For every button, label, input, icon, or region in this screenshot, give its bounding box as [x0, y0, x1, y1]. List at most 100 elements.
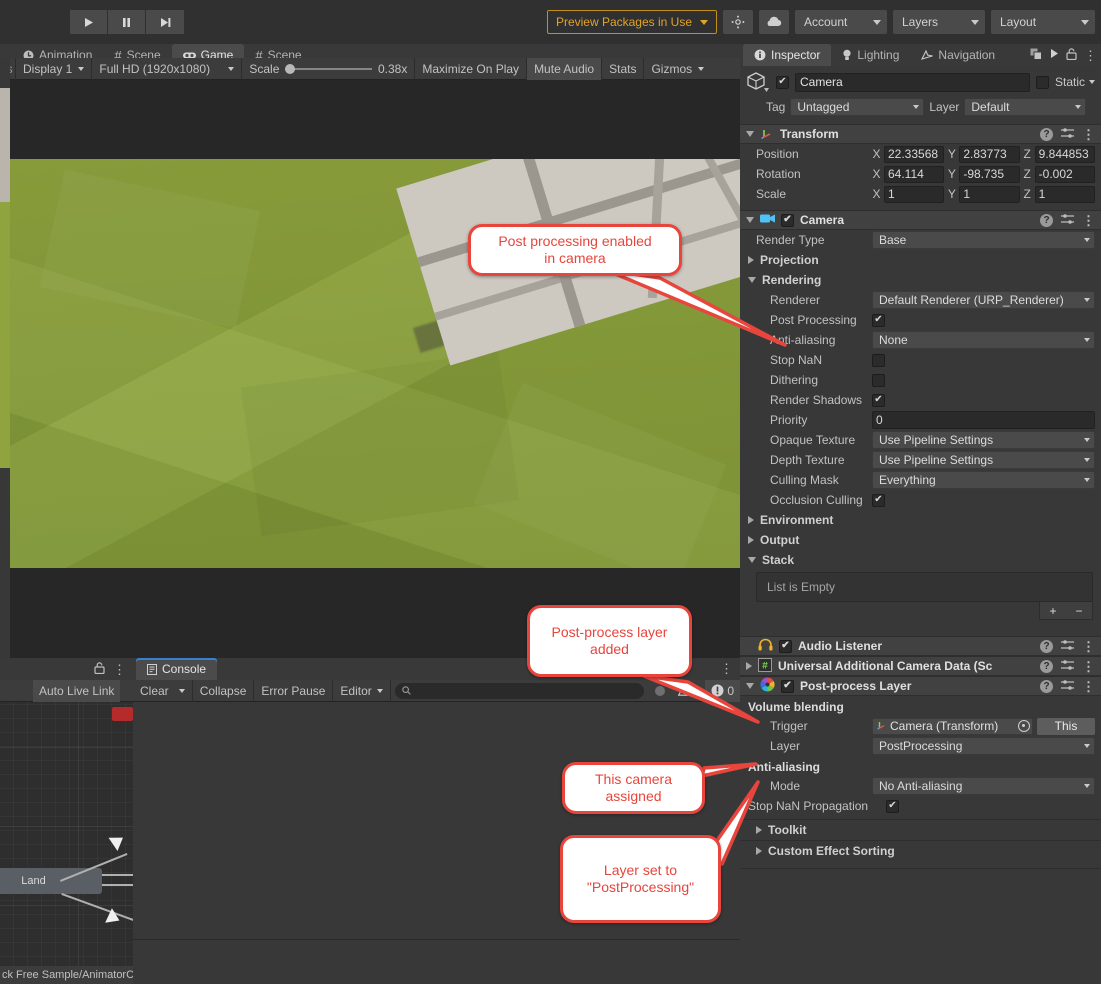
play-button[interactable]: [70, 10, 108, 34]
chevron-down-icon[interactable]: [748, 557, 756, 563]
position-z-field[interactable]: 9.844853: [1034, 145, 1095, 163]
account-dropdown[interactable]: Account: [795, 10, 887, 34]
camera-enabled-checkbox[interactable]: [781, 213, 794, 227]
render-type-dropdown[interactable]: Base: [872, 231, 1095, 249]
help-icon[interactable]: ?: [1040, 639, 1053, 653]
scale-y-field[interactable]: 1: [959, 185, 1020, 203]
services-icon[interactable]: [723, 10, 753, 34]
maximize-on-play-button[interactable]: Maximize On Play: [415, 57, 528, 80]
kebab-menu-icon[interactable]: ⋮: [1082, 660, 1095, 673]
kebab-menu-icon[interactable]: ⋮: [113, 663, 126, 676]
environment-section[interactable]: Environment: [740, 510, 1101, 530]
transform-component-header[interactable]: Transform ? ⋮: [740, 124, 1101, 144]
mute-audio-button[interactable]: Mute Audio: [527, 57, 603, 80]
console-detail-pane[interactable]: [133, 940, 740, 984]
gizmos-dropdown[interactable]: Gizmos: [644, 58, 711, 80]
layout-dropdown[interactable]: Layout: [991, 10, 1095, 34]
chevron-right-icon[interactable]: [748, 536, 754, 544]
cloud-icon[interactable]: [759, 10, 789, 34]
depth-texture-dropdown[interactable]: Use Pipeline Settings: [872, 451, 1095, 469]
scale-slider[interactable]: [285, 63, 372, 74]
audio-listener-enabled-checkbox[interactable]: [779, 639, 792, 653]
kebab-menu-icon[interactable]: ⋮: [1082, 214, 1095, 227]
help-icon[interactable]: ?: [1040, 127, 1053, 141]
priority-field[interactable]: 0: [872, 411, 1095, 429]
rotation-y-field[interactable]: -98.735: [959, 165, 1020, 183]
lock-icon[interactable]: [94, 661, 105, 677]
clear-button[interactable]: Clear: [133, 680, 172, 702]
kebab-menu-icon[interactable]: ⋮: [1084, 49, 1097, 62]
stats-button[interactable]: Stats: [602, 57, 645, 80]
static-checkbox[interactable]: [1035, 75, 1049, 89]
play-small-icon[interactable]: [1049, 48, 1059, 62]
error-pause-button[interactable]: Error Pause: [254, 679, 334, 702]
post-process-layer-enabled-checkbox[interactable]: [781, 679, 794, 693]
rotation-z-field[interactable]: -0.002: [1034, 165, 1095, 183]
custom-effect-sorting-section[interactable]: Custom Effect Sorting: [740, 841, 1101, 861]
animator-node-entry[interactable]: [112, 707, 133, 721]
tab-inspector[interactable]: Inspector: [743, 44, 832, 66]
stop-nan-checkbox[interactable]: [872, 353, 885, 367]
lock-icon[interactable]: [1066, 47, 1077, 63]
display-dropdown[interactable]: Display 1: [16, 57, 93, 80]
dithering-checkbox[interactable]: [872, 373, 885, 387]
render-shadows-checkbox[interactable]: [872, 393, 885, 407]
static-dropdown[interactable]: Static: [1055, 75, 1095, 89]
console-search-input[interactable]: [394, 682, 644, 699]
tag-dropdown[interactable]: Untagged: [790, 98, 925, 116]
gameobject-name-field[interactable]: Camera: [795, 72, 1030, 92]
position-x-field[interactable]: 22.33568: [884, 145, 945, 163]
scale-slider-handle[interactable]: [285, 63, 296, 74]
preset-icon[interactable]: [1061, 127, 1074, 142]
chevron-right-icon[interactable]: [748, 516, 754, 524]
stack-list-empty[interactable]: List is Empty: [756, 572, 1093, 602]
pp-mode-dropdown[interactable]: No Anti-aliasing: [872, 777, 1095, 795]
kebab-menu-icon[interactable]: ⋮: [1082, 128, 1095, 141]
animator-node-land[interactable]: Land: [0, 868, 102, 894]
auto-live-link-button[interactable]: Auto Live Link: [33, 679, 121, 702]
occlusion-culling-checkbox[interactable]: [872, 493, 885, 507]
tab-navigation[interactable]: Navigation: [910, 44, 1006, 66]
preset-icon[interactable]: [1061, 213, 1074, 228]
preset-icon[interactable]: [1061, 679, 1074, 694]
copy-icon[interactable]: [1030, 48, 1042, 63]
pp-layer-dropdown[interactable]: PostProcessing: [872, 737, 1095, 755]
universal-camera-data-header[interactable]: # Universal Additional Camera Data (Scri…: [740, 656, 1101, 676]
post-processing-checkbox[interactable]: [872, 313, 885, 327]
tab-console[interactable]: Console: [136, 658, 218, 680]
antialiasing-dropdown[interactable]: None: [872, 331, 1095, 349]
help-icon[interactable]: ?: [1040, 213, 1053, 227]
camera-component-header[interactable]: Camera ? ⋮: [740, 210, 1101, 230]
object-picker-icon[interactable]: [1018, 720, 1030, 732]
layer-dropdown[interactable]: Default: [964, 98, 1087, 116]
scale-z-field[interactable]: 1: [1034, 185, 1095, 203]
culling-mask-dropdown[interactable]: Everything: [872, 471, 1095, 489]
chevron-down-icon[interactable]: [746, 131, 754, 137]
stack-remove-button[interactable]: −: [1075, 604, 1082, 618]
trigger-object-field[interactable]: Camera (Transform): [872, 717, 1033, 735]
pause-button[interactable]: [108, 10, 146, 34]
kebab-menu-icon[interactable]: ⋮: [1082, 680, 1095, 693]
resolution-dropdown[interactable]: Full HD (1920x1080): [92, 57, 243, 80]
trigger-this-button[interactable]: This: [1037, 717, 1095, 735]
toolkit-section[interactable]: Toolkit: [740, 820, 1101, 840]
preview-packages-button[interactable]: Preview Packages in Use: [546, 10, 717, 34]
stop-nan-propagation-checkbox[interactable]: [886, 799, 899, 813]
help-icon[interactable]: ?: [1040, 659, 1053, 673]
stack-add-button[interactable]: +: [1049, 604, 1056, 618]
scale-x-field[interactable]: 1: [884, 185, 945, 203]
opaque-texture-dropdown[interactable]: Use Pipeline Settings: [872, 431, 1095, 449]
post-process-layer-header[interactable]: Post-process Layer ? ⋮: [740, 676, 1101, 696]
audio-listener-header[interactable]: Audio Listener ? ⋮: [740, 636, 1101, 656]
output-section[interactable]: Output: [740, 530, 1101, 550]
help-icon[interactable]: ?: [1040, 679, 1053, 693]
editor-dropdown[interactable]: Editor: [333, 679, 391, 702]
collapse-button[interactable]: Collapse: [193, 679, 255, 702]
gameobject-enabled-checkbox[interactable]: [776, 75, 789, 89]
kebab-menu-icon[interactable]: ⋮: [1082, 640, 1095, 653]
preset-icon[interactable]: [1061, 639, 1074, 654]
step-button[interactable]: [146, 10, 184, 34]
clear-dropdown[interactable]: [172, 679, 193, 702]
renderer-dropdown[interactable]: Default Renderer (URP_Renderer): [872, 291, 1095, 309]
tab-lighting[interactable]: Lighting: [831, 44, 910, 66]
